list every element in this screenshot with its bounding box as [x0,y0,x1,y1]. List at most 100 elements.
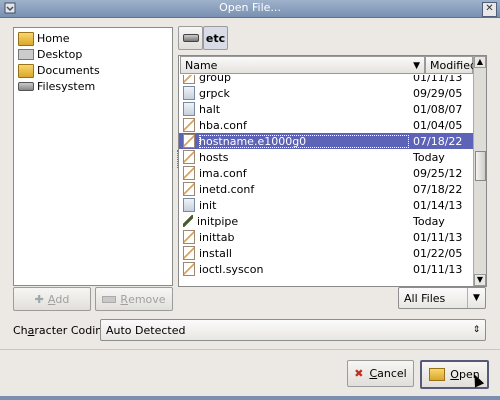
file-row[interactable]: grpck 09/29/05 [179,85,473,101]
scroll-down-arrow-icon[interactable]: ▼ [474,274,486,286]
close-button[interactable]: ✕ [482,2,497,17]
sort-descending-icon: ▼ [413,61,420,71]
cancel-accel: C [369,367,378,380]
window-bottom-frame [0,396,500,400]
places-list: Home Desktop Documents Filesystem [13,27,173,286]
file-modified: 01/22/05 [413,246,463,260]
minus-icon [102,295,117,303]
file-modified: Today [413,214,445,228]
cancel-x-icon: ✖ [354,367,364,380]
column-header-name[interactable]: Name ▼ [180,56,425,74]
text-file-icon [183,230,195,244]
place-label: Home [37,32,70,45]
file-row[interactable]: inetd.conf 07/18/22 [179,181,473,197]
file-list: Name ▼ Modified group 01/11/13 grpck 09/… [178,55,487,287]
file-row[interactable]: halt 01/08/07 [179,101,473,117]
pipe-icon [183,215,193,227]
drive-icon [18,82,34,91]
file-row[interactable]: inittab 01/11/13 [179,229,473,245]
scroll-thumb[interactable] [475,151,486,181]
plus-icon: ✚ [34,292,44,306]
cancel-label: ancel [377,367,407,380]
file-modified: 01/08/07 [413,102,463,116]
text-file-icon [183,262,195,276]
file-name: ioctl.syscon [199,262,264,276]
open-file-dialog: Open File... ✕ Home Desktop Documents Fi… [0,0,500,400]
coding-label-pre: Ch [13,324,28,337]
place-item-filesystem[interactable]: Filesystem [18,79,95,94]
path-root-button[interactable] [178,26,203,50]
character-coding-value: Auto Detected [106,323,186,337]
scroll-up-arrow-icon[interactable]: ▲ [474,56,486,68]
vertical-scrollbar[interactable]: ▲ ▼ [473,56,486,286]
place-label: Filesystem [37,80,96,93]
separator [0,349,500,350]
title-bar[interactable]: Open File... ✕ [0,0,500,18]
character-coding-label: Character Coding: [13,324,113,337]
text-file-icon [183,246,195,260]
place-label: Documents [37,64,100,77]
place-label: Desktop [37,48,83,61]
updown-arrows-icon: ⇕ [472,325,481,335]
file-row[interactable]: init 01/14/13 [179,197,473,213]
path-etc-button[interactable]: etc [203,26,228,50]
file-row[interactable]: install 01/22/05 [179,245,473,261]
file-row-selected[interactable]: hostname.e1000g0 07/18/22 [179,133,473,149]
remove-label: emove [128,292,166,306]
file-modified: 07/18/22 [413,182,463,196]
file-filter-combo[interactable]: All Files ▼ [398,287,486,309]
place-item-documents[interactable]: Documents [18,63,100,78]
chevron-down-icon: ▼ [467,288,485,308]
file-name: inetd.conf [199,182,255,196]
column-header-modified[interactable]: Modified [425,56,477,74]
folder-icon [18,63,34,78]
home-folder-icon [18,31,34,46]
path-etc-label: etc [205,31,226,45]
file-row[interactable]: group 01/11/13 [179,75,473,85]
file-rows: group 01/11/13 grpck 09/29/05 halt 01/08… [179,75,473,286]
add-accel: A [47,292,56,306]
binary-file-icon [183,86,195,100]
file-filter-value: All Files [404,291,446,305]
file-modified: 01/11/13 [413,230,463,244]
place-item-desktop[interactable]: Desktop [18,47,82,62]
file-row[interactable]: ioctl.syscon 01/11/13 [179,261,473,277]
text-file-icon [183,75,195,84]
file-name: install [199,246,232,260]
drive-icon [182,34,199,42]
binary-file-icon [183,198,195,212]
text-file-icon [183,166,195,180]
file-name: halt [199,102,221,116]
file-name: initpipe [197,214,239,228]
file-row[interactable]: hba.conf 01/04/05 [179,117,473,133]
file-name: ima.conf [199,166,247,180]
file-modified: 01/14/13 [413,198,463,212]
column-modified-label: Modified [430,58,477,72]
file-row[interactable]: ima.conf 09/25/12 [179,165,473,181]
text-file-icon [183,134,195,148]
character-coding-combo[interactable]: Auto Detected ⇕ [100,319,486,341]
column-name-label: Name [185,58,218,72]
cancel-button[interactable]: ✖ Cancel [347,360,414,387]
text-file-icon [183,150,195,164]
text-file-icon [183,182,195,196]
file-modified: 01/11/13 [413,75,463,84]
add-label: dd [55,292,70,306]
file-modified: 09/25/12 [413,166,463,180]
file-name: init [199,198,217,212]
file-name: hostname.e1000g0 [199,134,409,148]
text-file-icon [183,118,195,132]
file-modified: 01/11/13 [413,262,463,276]
remove-bookmark-button[interactable]: Remove [95,287,173,311]
open-accel: O [450,368,459,381]
window-title: Open File... [219,1,281,14]
file-row[interactable]: initpipe Today [179,213,473,229]
file-name: hosts [199,150,229,164]
file-row[interactable]: hosts Today [179,149,473,165]
place-item-home[interactable]: Home [18,31,69,46]
file-modified: 09/29/05 [413,86,463,100]
file-name: group [199,75,231,84]
open-folder-icon [429,368,446,381]
add-bookmark-button[interactable]: ✚ Add [13,287,91,311]
remove-accel: R [120,292,129,306]
